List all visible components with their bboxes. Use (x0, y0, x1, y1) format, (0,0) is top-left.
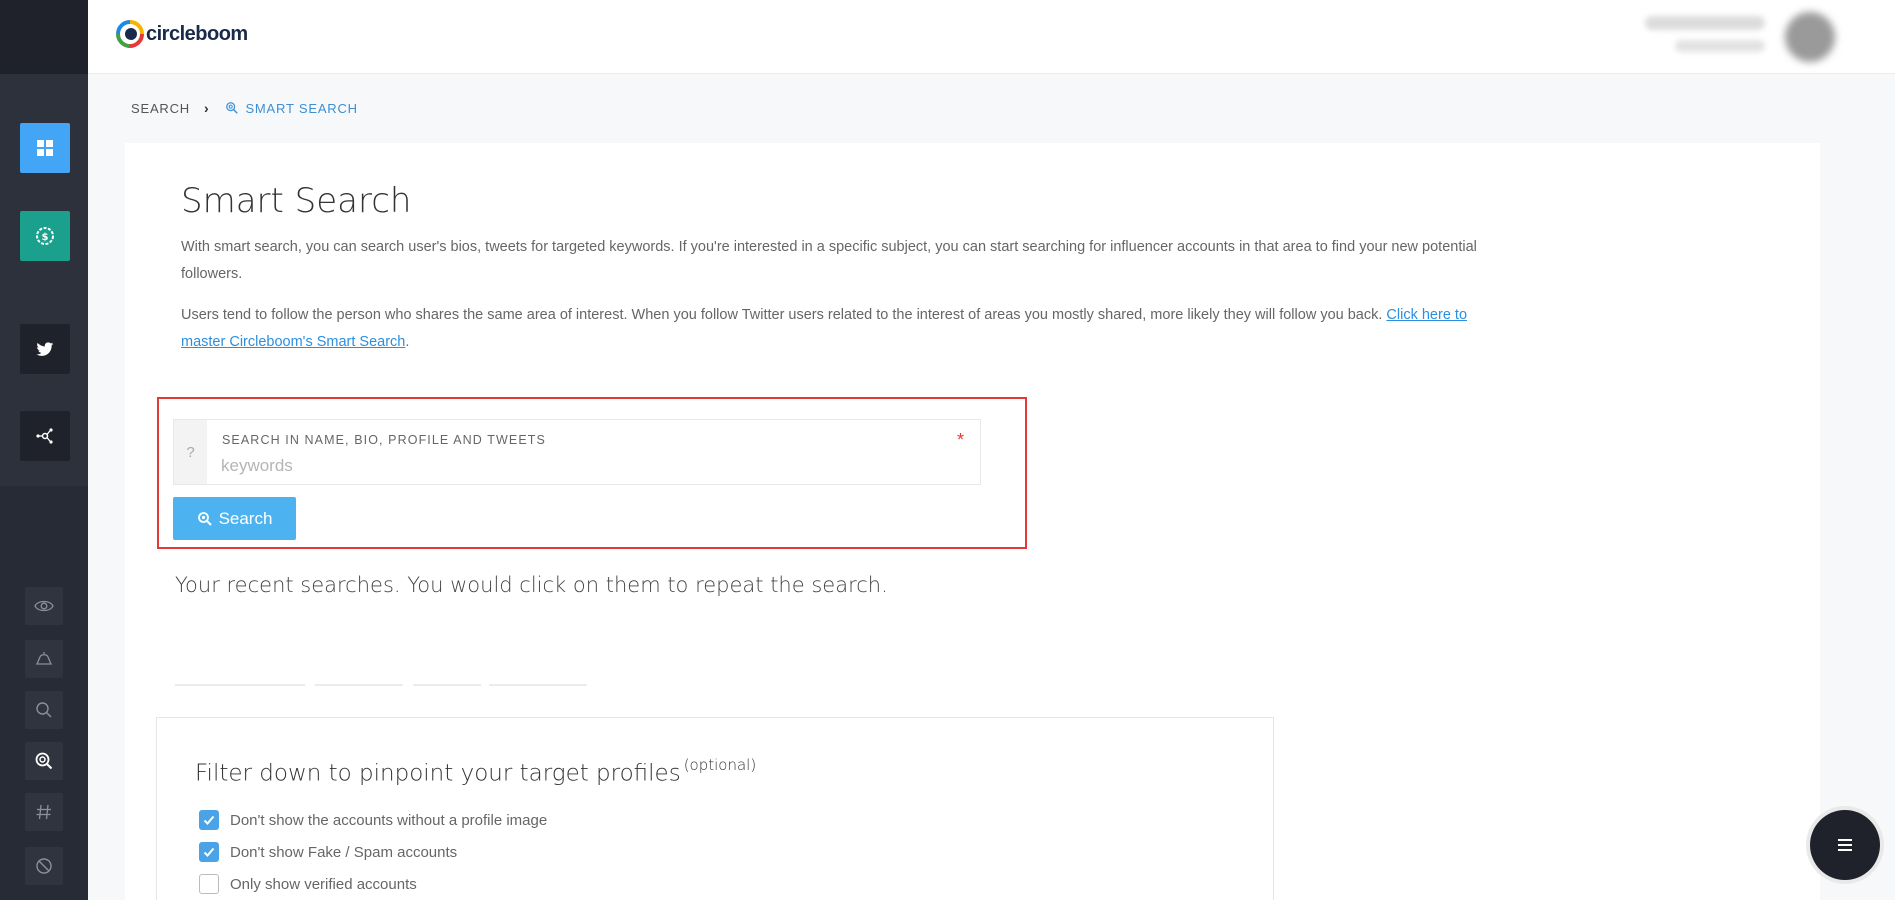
filter-title-text: Filter down to pinpoint your target prof… (195, 760, 681, 787)
user-name-redacted (1645, 16, 1765, 30)
required-mark: * (956, 430, 964, 450)
top-header: circleboom (88, 0, 1895, 74)
sidebar-network-button[interactable] (20, 411, 70, 461)
sidebar-pricing-button[interactable]: $ (20, 211, 70, 261)
sidebar-bell-button[interactable] (25, 640, 63, 678)
app-logo[interactable]: circleboom (116, 20, 248, 48)
recent-search-chip[interactable] (315, 684, 403, 686)
search-field: ? SEARCH IN NAME, BIO, PROFILE AND TWEET… (173, 419, 981, 485)
dashboard-icon (37, 140, 53, 156)
search-button[interactable]: Search (173, 497, 296, 540)
breadcrumb-current: SMART SEARCH (225, 101, 357, 116)
recent-search-chip[interactable] (413, 684, 481, 686)
breadcrumb-current-label: SMART SEARCH (245, 100, 358, 116)
menu-icon (1838, 839, 1852, 851)
page-description-2: Users tend to follow the person who shar… (181, 302, 1511, 356)
page-description-2-text: Users tend to follow the person who shar… (181, 307, 1387, 323)
recent-search-chip[interactable] (175, 684, 305, 686)
checkbox-checked[interactable] (199, 810, 219, 830)
breadcrumb: SEARCH › SMART SEARCH (131, 100, 358, 116)
bell-icon (36, 652, 52, 665)
user-menu[interactable] (1635, 12, 1835, 62)
sidebar-smart-search-button[interactable] (25, 742, 63, 780)
sidebar: $ (0, 0, 88, 900)
circleboom-logo-icon (116, 20, 144, 48)
search-field-label: SEARCH IN NAME, BIO, PROFILE AND TWEETS (222, 433, 546, 447)
smart-search-icon (197, 511, 212, 526)
filter-option-verified-only[interactable]: Only show verified accounts (199, 874, 417, 894)
user-handle-redacted (1675, 40, 1765, 52)
checkbox-checked[interactable] (199, 842, 219, 862)
filter-option-label: Don't show the accounts without a profil… (230, 811, 548, 829)
search-button-label: Search (218, 508, 273, 528)
main-content-card: Smart Search With smart search, you can … (125, 143, 1820, 900)
block-icon (36, 858, 52, 874)
filter-option-no-profile-image[interactable]: Don't show the accounts without a profil… (199, 810, 547, 830)
filter-panel: Filter down to pinpoint your target prof… (156, 717, 1274, 900)
dollar-gear-icon: $ (36, 227, 54, 245)
search-input[interactable] (221, 454, 921, 478)
logo-text: circleboom (146, 22, 248, 45)
page-title: Smart Search (181, 181, 412, 221)
sidebar-hashtag-button[interactable] (25, 793, 63, 831)
filter-option-label: Don't show Fake / Spam accounts (230, 843, 458, 861)
page-description-1: With smart search, you can search user's… (181, 239, 1477, 282)
filter-option-no-fake-spam[interactable]: Don't show Fake / Spam accounts (199, 842, 457, 862)
avatar[interactable] (1785, 12, 1835, 62)
smart-search-icon (226, 102, 239, 114)
help-icon[interactable]: ? (174, 420, 207, 484)
hashtag-icon (36, 804, 51, 820)
recent-search-chip[interactable] (489, 684, 587, 686)
search-icon (36, 702, 52, 718)
filter-title: Filter down to pinpoint your target prof… (195, 756, 757, 787)
eye-icon (34, 600, 54, 612)
sidebar-dashboard-button[interactable] (20, 123, 70, 173)
check-icon (203, 815, 215, 825)
filter-optional-note: (optional) (683, 756, 757, 774)
checkbox-unchecked[interactable] (199, 874, 219, 894)
sidebar-block-button[interactable] (25, 847, 63, 885)
floating-menu-button[interactable] (1810, 810, 1880, 880)
check-icon (203, 847, 215, 857)
sidebar-search-button[interactable] (25, 691, 63, 729)
filter-option-label: Only show verified accounts (230, 875, 417, 893)
sidebar-eye-button[interactable] (25, 587, 63, 625)
page-description-2-end: . (405, 334, 410, 350)
sidebar-twitter-button[interactable] (20, 324, 70, 374)
breadcrumb-separator: › (203, 100, 210, 116)
breadcrumb-search-link[interactable]: SEARCH (131, 101, 190, 116)
network-icon (36, 428, 53, 444)
twitter-icon (36, 342, 54, 356)
svg-text:$: $ (42, 232, 49, 243)
recent-searches-text: Your recent searches. You would click on… (175, 573, 888, 597)
sidebar-top (0, 0, 88, 74)
smart-search-icon (35, 752, 53, 770)
